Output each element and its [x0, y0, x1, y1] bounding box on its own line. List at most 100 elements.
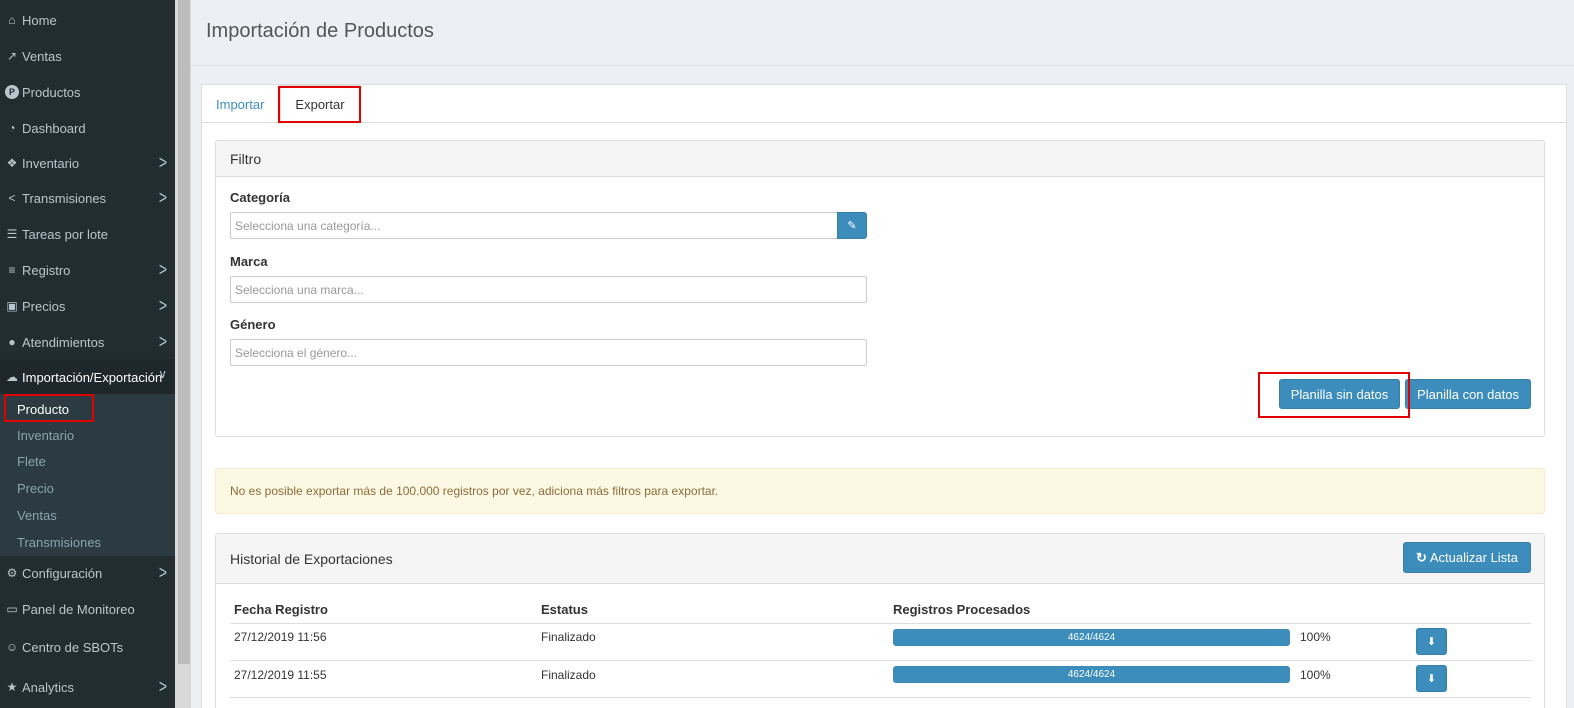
sidebar-item-label: Panel de Monitoreo — [22, 601, 135, 617]
sidebar-item-importacion[interactable]: ☁ Importación/Exportación ∨ — [0, 359, 175, 395]
share-icon: < — [8, 191, 16, 205]
sidebar-item-label: Centro de SBOTs — [22, 639, 124, 655]
sidebar-item-inventario[interactable]: ❖ Inventario > — [0, 145, 175, 181]
submenu-item-transmisiones[interactable]: Transmisiones — [0, 529, 175, 555]
alert-text: No es posible exportar más de 100.000 re… — [230, 484, 719, 498]
chevron-right-icon: > — [158, 151, 167, 173]
filter-panel-title: Filtro — [216, 141, 1544, 177]
sidebar-item-label: Configuración — [22, 565, 103, 581]
money-icon: ▣ — [6, 299, 18, 313]
cubes-icon: ❖ — [6, 156, 18, 170]
edit-icon: ✎ — [847, 220, 857, 232]
sidebar-item-label: Registro — [22, 262, 71, 278]
row-status: Finalizado — [541, 668, 596, 682]
sidebar-item-label: Productos — [22, 84, 81, 100]
chevron-right-icon: > — [158, 675, 167, 697]
row-divider — [230, 697, 1531, 698]
highlight-tab-exportar — [278, 86, 361, 123]
tab-bar: Importar Exportar — [202, 85, 1566, 124]
progress-bar: 4624/4624 — [893, 629, 1290, 646]
progress-bar: 4624/4624 — [893, 666, 1290, 683]
refresh-icon: ↻ — [1415, 549, 1427, 565]
gender-select[interactable] — [230, 339, 867, 366]
cloud-icon: ☁ — [6, 370, 18, 384]
sidebar-item-label: Dashboard — [22, 120, 86, 136]
highlight-planilla-sin-datos — [1258, 372, 1410, 418]
category-select[interactable] — [230, 212, 838, 239]
sidebar-item-atendimientos[interactable]: ● Atendimientos > — [0, 324, 175, 360]
sidebar-item-configuracion[interactable]: ⚙ Configuración > — [0, 555, 175, 591]
sidebar-item-label: Inventario — [22, 155, 80, 171]
row-divider — [230, 623, 1531, 624]
sidebar-item-dashboard[interactable]: ◔ Dashboard — [0, 110, 175, 146]
tasks-icon: ☰ — [6, 227, 18, 241]
planilla-con-datos-button[interactable]: Planilla con datos — [1405, 379, 1531, 409]
row-percent: 100% — [1300, 630, 1331, 644]
chevron-right-icon: > — [158, 258, 167, 280]
gear-icon: ⚙ — [6, 566, 18, 580]
sidebar-item-label: Analytics — [22, 679, 75, 695]
history-panel: Historial de Exportaciones — [215, 533, 1545, 708]
history-panel-title: Historial de Exportaciones — [216, 534, 1544, 584]
line-chart-icon: ↗ — [6, 49, 18, 63]
list-icon: ≡ — [8, 263, 16, 277]
export-limit-alert: No es posible exportar más de 100.000 re… — [215, 468, 1545, 514]
sidebar-item-label: Atendimientos — [22, 334, 105, 350]
submenu-item-flete[interactable]: Flete — [0, 448, 175, 474]
sidebar-item-analytics[interactable]: ★ Analytics > — [0, 669, 175, 705]
col-registros-procesados: Registros Procesados — [893, 602, 1031, 617]
sidebar-item-panel-monitoreo[interactable]: ▭ Panel de Monitoreo — [0, 591, 175, 627]
tab-importar[interactable]: Importar — [216, 85, 264, 123]
sidebar-item-label: Ventas — [22, 48, 62, 64]
chevron-right-icon: > — [158, 186, 167, 208]
category-label: Categoría — [230, 190, 290, 205]
row-date: 27/12/2019 11:55 — [234, 668, 327, 682]
sidebar-item-registro[interactable]: ≡ Registro > — [0, 252, 175, 288]
chevron-right-icon: > — [158, 294, 167, 316]
row-date: 27/12/2019 11:56 — [234, 630, 327, 644]
sidebar-scrollbar-thumb[interactable] — [178, 0, 190, 664]
download-icon: ⬇ — [1426, 636, 1437, 648]
brand-label: Marca — [230, 254, 268, 269]
sidebar-item-label: Importación/Exportación — [22, 369, 163, 385]
robot-icon: ☺ — [5, 640, 19, 654]
row-status: Finalizado — [541, 630, 596, 644]
sidebar-item-tareas[interactable]: ☰ Tareas por lote — [0, 216, 175, 252]
download-button[interactable]: ⬇ — [1416, 628, 1447, 655]
edit-category-button[interactable]: ✎ — [837, 212, 867, 239]
refresh-list-label: Actualizar Lista — [1429, 550, 1519, 565]
gender-label: Género — [230, 317, 276, 332]
sidebar-item-sbots[interactable]: ☺ Centro de SBOTs — [0, 629, 175, 665]
sidebar-item-home[interactable]: ⌂ Home — [0, 2, 175, 38]
dashboard-icon: ◔ — [8, 121, 16, 135]
page-title: Importación de Productos — [206, 20, 434, 42]
submenu-item-ventas[interactable]: Ventas — [0, 502, 175, 528]
row-divider — [230, 660, 1531, 661]
home-icon: ⌂ — [8, 13, 16, 27]
progress-fill: 4624/4624 — [893, 629, 1290, 646]
highlight-producto — [4, 394, 94, 422]
download-icon: ⬇ — [1426, 673, 1437, 685]
sidebar-item-transmisiones[interactable]: < Transmisiones > — [0, 180, 175, 216]
product-circle-icon: P — [5, 85, 19, 99]
download-button[interactable]: ⬇ — [1416, 665, 1447, 692]
comments-icon: ● — [8, 335, 16, 349]
row-percent: 100% — [1300, 668, 1331, 682]
sidebar-item-ventas[interactable]: ↗ Ventas — [0, 38, 175, 74]
submenu-item-precio[interactable]: Precio — [0, 475, 175, 501]
progress-fill: 4624/4624 — [893, 666, 1290, 683]
refresh-list-button[interactable]: ↻ Actualizar Lista — [1403, 542, 1531, 573]
sidebar-item-precios[interactable]: ▣ Precios > — [0, 288, 175, 324]
sidebar-item-productos[interactable]: P Productos — [0, 74, 175, 110]
sidebar-item-label: Transmisiones — [22, 190, 107, 206]
sidebar-item-label: Home — [22, 12, 57, 28]
chevron-right-icon: > — [158, 561, 167, 583]
brand-select[interactable] — [230, 276, 867, 303]
monitor-icon: ▭ — [6, 602, 18, 616]
submenu-item-inventario[interactable]: Inventario — [0, 422, 175, 448]
col-estatus: Estatus — [541, 602, 588, 617]
star-icon: ★ — [6, 680, 18, 694]
sidebar-item-label: Precios — [22, 298, 66, 314]
chevron-down-icon: ∨ — [158, 367, 167, 381]
col-fecha-registro: Fecha Registro — [234, 602, 328, 617]
